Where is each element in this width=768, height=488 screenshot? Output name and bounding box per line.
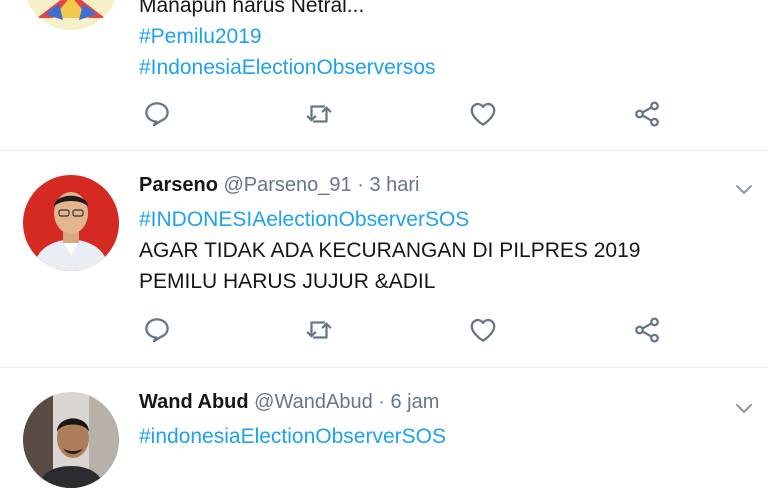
like-button[interactable] — [465, 312, 501, 348]
retweet-button[interactable] — [301, 96, 337, 132]
user-name[interactable]: Parseno — [139, 174, 218, 196]
avatar-image — [23, 392, 119, 488]
tweet-text-line: PEMILU HARUS JUJUR &ADIL — [139, 270, 436, 293]
tweet-text-line: Manapun harus Netral... — [139, 0, 365, 17]
like-button[interactable] — [465, 96, 501, 132]
reply-button[interactable] — [139, 96, 175, 132]
tweet-2[interactable]: Wand Abud @WandAbud · 6 jam #indonesiaEl… — [0, 368, 768, 488]
avatar-image — [26, 0, 116, 30]
retweet-icon — [306, 321, 332, 339]
avatar[interactable] — [23, 0, 119, 30]
tweet-menu-button[interactable] — [732, 177, 756, 201]
hashtag-link[interactable]: #indonesiaElectionObserverSOS — [139, 421, 708, 452]
tweet-0[interactable]: Manapun harus Netral... #Pemilu2019 #Ind… — [0, 0, 768, 150]
retweet-button[interactable] — [301, 312, 337, 348]
reply-button[interactable] — [139, 312, 175, 348]
chevron-down-icon — [736, 185, 752, 194]
tweet-header: Wand Abud @WandAbud · 6 jam — [139, 388, 708, 416]
hashtag-link[interactable]: #IndonesiaElectionObserversos — [139, 52, 708, 83]
tweet-menu-button[interactable] — [732, 396, 756, 420]
share-button[interactable] — [629, 312, 665, 348]
heart-icon — [470, 318, 496, 342]
heart-icon — [470, 102, 496, 126]
user-handle[interactable]: @Parseno_91 — [224, 174, 352, 196]
tweet-actions — [139, 96, 679, 132]
user-handle[interactable]: @WandAbud — [254, 391, 373, 413]
avatar-image — [23, 175, 119, 271]
hashtag-link[interactable]: #Pemilu2019 — [139, 21, 708, 52]
tweet-time[interactable]: · 3 hari — [357, 174, 419, 196]
avatar[interactable] — [23, 392, 119, 488]
tweet-actions — [139, 312, 679, 348]
user-name[interactable]: Wand Abud — [139, 391, 249, 413]
hashtag-link[interactable]: #INDONESIAelectionObserverSOS — [139, 204, 708, 235]
tweet-time[interactable]: · 6 jam — [378, 391, 439, 413]
tweet-header: Parseno @Parseno_91 · 3 hari — [139, 171, 708, 199]
share-icon — [635, 101, 659, 127]
tweet-1[interactable]: Parseno @Parseno_91 · 3 hari #INDONESIAe… — [0, 151, 768, 367]
avatar[interactable] — [23, 175, 119, 271]
retweet-icon — [306, 105, 332, 123]
share-icon — [635, 317, 659, 343]
tweet-text-line: AGAR TIDAK ADA KECURANGAN DI PILPRES 201… — [139, 239, 641, 262]
reply-icon — [145, 318, 169, 343]
reply-icon — [145, 102, 169, 127]
share-button[interactable] — [629, 96, 665, 132]
chevron-down-icon — [736, 404, 752, 413]
